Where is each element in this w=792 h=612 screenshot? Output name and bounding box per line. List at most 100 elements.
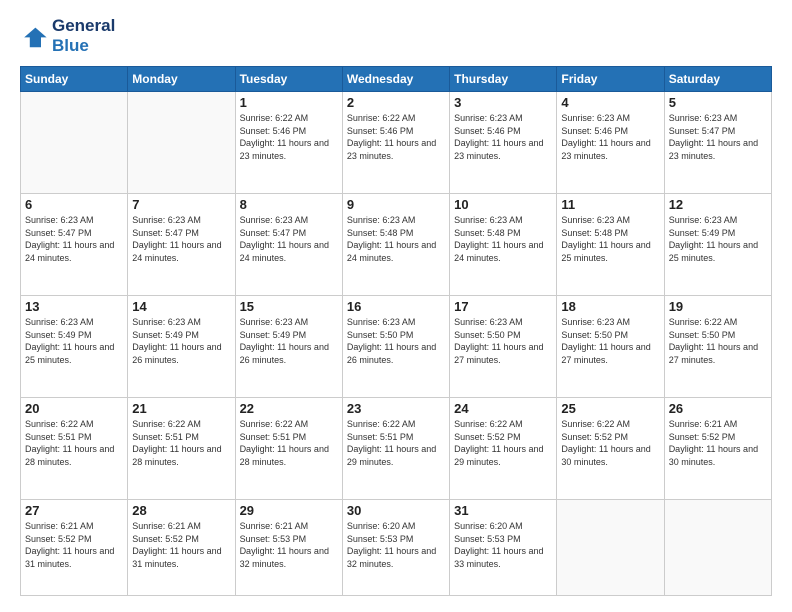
day-info: Sunrise: 6:23 AM Sunset: 5:47 PM Dayligh… xyxy=(132,214,230,264)
day-number: 22 xyxy=(240,401,338,416)
day-number: 30 xyxy=(347,503,445,518)
day-info: Sunrise: 6:21 AM Sunset: 5:53 PM Dayligh… xyxy=(240,520,338,570)
day-number: 29 xyxy=(240,503,338,518)
calendar-cell xyxy=(557,500,664,596)
day-number: 11 xyxy=(561,197,659,212)
calendar-cell xyxy=(21,92,128,194)
day-number: 21 xyxy=(132,401,230,416)
calendar-cell: 18 Sunrise: 6:23 AM Sunset: 5:50 PM Dayli… xyxy=(557,296,664,398)
day-number: 1 xyxy=(240,95,338,110)
calendar-cell: 10 Sunrise: 6:23 AM Sunset: 5:48 PM Dayli… xyxy=(450,194,557,296)
day-info: Sunrise: 6:23 AM Sunset: 5:49 PM Dayligh… xyxy=(132,316,230,366)
day-info: Sunrise: 6:21 AM Sunset: 5:52 PM Dayligh… xyxy=(132,520,230,570)
calendar-week-3: 13 Sunrise: 6:23 AM Sunset: 5:49 PM Dayli… xyxy=(21,296,772,398)
calendar-cell: 24 Sunrise: 6:22 AM Sunset: 5:52 PM Dayli… xyxy=(450,398,557,500)
day-info: Sunrise: 6:22 AM Sunset: 5:51 PM Dayligh… xyxy=(347,418,445,468)
day-info: Sunrise: 6:23 AM Sunset: 5:50 PM Dayligh… xyxy=(561,316,659,366)
calendar-cell: 14 Sunrise: 6:23 AM Sunset: 5:49 PM Dayli… xyxy=(128,296,235,398)
day-number: 28 xyxy=(132,503,230,518)
day-info: Sunrise: 6:22 AM Sunset: 5:46 PM Dayligh… xyxy=(240,112,338,162)
day-info: Sunrise: 6:21 AM Sunset: 5:52 PM Dayligh… xyxy=(669,418,767,468)
logo: General Blue xyxy=(20,16,115,56)
calendar-cell: 1 Sunrise: 6:22 AM Sunset: 5:46 PM Daylig… xyxy=(235,92,342,194)
day-info: Sunrise: 6:21 AM Sunset: 5:52 PM Dayligh… xyxy=(25,520,123,570)
calendar-cell: 3 Sunrise: 6:23 AM Sunset: 5:46 PM Daylig… xyxy=(450,92,557,194)
day-number: 6 xyxy=(25,197,123,212)
calendar-cell: 4 Sunrise: 6:23 AM Sunset: 5:46 PM Daylig… xyxy=(557,92,664,194)
calendar-cell: 30 Sunrise: 6:20 AM Sunset: 5:53 PM Dayli… xyxy=(342,500,449,596)
day-info: Sunrise: 6:22 AM Sunset: 5:50 PM Dayligh… xyxy=(669,316,767,366)
day-info: Sunrise: 6:23 AM Sunset: 5:49 PM Dayligh… xyxy=(240,316,338,366)
calendar-cell: 20Sunrise: 6:22 AM Sunset: 5:51 PM Dayli… xyxy=(21,398,128,500)
day-info: Sunrise: 6:23 AM Sunset: 5:49 PM Dayligh… xyxy=(669,214,767,264)
day-number: 19 xyxy=(669,299,767,314)
day-info: Sunrise: 6:22 AM Sunset: 5:51 PM Dayligh… xyxy=(240,418,338,468)
calendar-cell: 23Sunrise: 6:22 AM Sunset: 5:51 PM Dayli… xyxy=(342,398,449,500)
header: General Blue xyxy=(20,16,772,56)
calendar-cell: 9Sunrise: 6:23 AM Sunset: 5:48 PM Daylig… xyxy=(342,194,449,296)
day-number: 15 xyxy=(240,299,338,314)
weekday-header-thursday: Thursday xyxy=(450,67,557,92)
day-number: 14 xyxy=(132,299,230,314)
logo-text: General Blue xyxy=(52,16,115,56)
day-number: 18 xyxy=(561,299,659,314)
calendar-cell: 28 Sunrise: 6:21 AM Sunset: 5:52 PM Dayli… xyxy=(128,500,235,596)
weekday-header-saturday: Saturday xyxy=(664,67,771,92)
day-number: 13 xyxy=(25,299,123,314)
calendar-cell: 25 Sunrise: 6:22 AM Sunset: 5:52 PM Dayli… xyxy=(557,398,664,500)
calendar-cell: 15 Sunrise: 6:23 AM Sunset: 5:49 PM Dayli… xyxy=(235,296,342,398)
calendar-cell: 2Sunrise: 6:22 AM Sunset: 5:46 PM Daylig… xyxy=(342,92,449,194)
day-info: Sunrise: 6:23 AM Sunset: 5:46 PM Dayligh… xyxy=(454,112,552,162)
calendar-cell: 29 Sunrise: 6:21 AM Sunset: 5:53 PM Dayli… xyxy=(235,500,342,596)
calendar-cell: 12Sunrise: 6:23 AM Sunset: 5:49 PM Dayli… xyxy=(664,194,771,296)
day-info: Sunrise: 6:23 AM Sunset: 5:46 PM Dayligh… xyxy=(561,112,659,162)
day-number: 2 xyxy=(347,95,445,110)
day-number: 5 xyxy=(669,95,767,110)
day-info: Sunrise: 6:20 AM Sunset: 5:53 PM Dayligh… xyxy=(454,520,552,570)
calendar-cell xyxy=(128,92,235,194)
calendar-cell: 19 Sunrise: 6:22 AM Sunset: 5:50 PM Dayli… xyxy=(664,296,771,398)
calendar-cell: 6 Sunrise: 6:23 AM Sunset: 5:47 PM Daylig… xyxy=(21,194,128,296)
day-number: 24 xyxy=(454,401,552,416)
calendar-cell: 17Sunrise: 6:23 AM Sunset: 5:50 PM Dayli… xyxy=(450,296,557,398)
calendar-cell: 27Sunrise: 6:21 AM Sunset: 5:52 PM Dayli… xyxy=(21,500,128,596)
weekday-header-monday: Monday xyxy=(128,67,235,92)
day-info: Sunrise: 6:22 AM Sunset: 5:52 PM Dayligh… xyxy=(561,418,659,468)
calendar-cell: 11 Sunrise: 6:23 AM Sunset: 5:48 PM Dayli… xyxy=(557,194,664,296)
day-info: Sunrise: 6:23 AM Sunset: 5:48 PM Dayligh… xyxy=(454,214,552,264)
weekday-header-sunday: Sunday xyxy=(21,67,128,92)
calendar-cell: 21 Sunrise: 6:22 AM Sunset: 5:51 PM Dayli… xyxy=(128,398,235,500)
day-info: Sunrise: 6:23 AM Sunset: 5:47 PM Dayligh… xyxy=(25,214,123,264)
day-info: Sunrise: 6:23 AM Sunset: 5:50 PM Dayligh… xyxy=(347,316,445,366)
day-number: 31 xyxy=(454,503,552,518)
day-number: 17 xyxy=(454,299,552,314)
calendar-cell: 22 Sunrise: 6:22 AM Sunset: 5:51 PM Dayli… xyxy=(235,398,342,500)
day-info: Sunrise: 6:23 AM Sunset: 5:47 PM Dayligh… xyxy=(240,214,338,264)
day-number: 4 xyxy=(561,95,659,110)
day-number: 10 xyxy=(454,197,552,212)
logo-icon xyxy=(20,22,48,50)
day-info: Sunrise: 6:22 AM Sunset: 5:51 PM Dayligh… xyxy=(132,418,230,468)
weekday-header-wednesday: Wednesday xyxy=(342,67,449,92)
day-info: Sunrise: 6:23 AM Sunset: 5:48 PM Dayligh… xyxy=(347,214,445,264)
day-number: 3 xyxy=(454,95,552,110)
calendar-week-4: 20 Sunrise: 6:22 AM Sunset: 5:51 PM Dayli… xyxy=(21,398,772,500)
day-number: 25 xyxy=(561,401,659,416)
calendar-cell: 8 Sunrise: 6:23 AM Sunset: 5:47 PM Daylig… xyxy=(235,194,342,296)
calendar-table: SundayMondayTuesdayWednesdayThursdayFrid… xyxy=(20,66,772,596)
day-number: 26 xyxy=(669,401,767,416)
day-info: Sunrise: 6:20 AM Sunset: 5:53 PM Dayligh… xyxy=(347,520,445,570)
calendar-cell: 31 Sunrise: 6:20 AM Sunset: 5:53 PM Dayli… xyxy=(450,500,557,596)
calendar-cell: 13 Sunrise: 6:23 AM Sunset: 5:49 PM Dayli… xyxy=(21,296,128,398)
calendar-week-2: 6 Sunrise: 6:23 AM Sunset: 5:47 PM Daylig… xyxy=(21,194,772,296)
day-info: Sunrise: 6:23 AM Sunset: 5:47 PM Dayligh… xyxy=(669,112,767,162)
day-info: Sunrise: 6:23 AM Sunset: 5:48 PM Dayligh… xyxy=(561,214,659,264)
calendar-week-5: 27Sunrise: 6:21 AM Sunset: 5:52 PM Dayli… xyxy=(21,500,772,596)
calendar-cell: 16 Sunrise: 6:23 AM Sunset: 5:50 PM Dayli… xyxy=(342,296,449,398)
day-number: 20 xyxy=(25,401,123,416)
day-info: Sunrise: 6:22 AM Sunset: 5:52 PM Dayligh… xyxy=(454,418,552,468)
calendar-cell xyxy=(664,500,771,596)
day-number: 8 xyxy=(240,197,338,212)
day-number: 16 xyxy=(347,299,445,314)
day-info: Sunrise: 6:23 AM Sunset: 5:49 PM Dayligh… xyxy=(25,316,123,366)
